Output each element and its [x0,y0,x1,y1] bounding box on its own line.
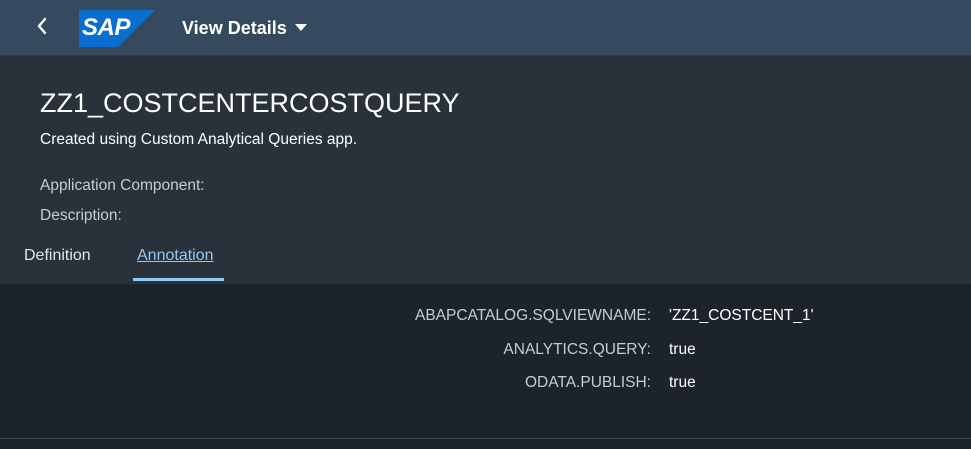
annotation-row: ANALYTICS.QUERY: true [0,339,971,361]
annotation-row: ODATA.PUBLISH: true [0,372,971,394]
chevron-left-icon [35,16,49,41]
app-title: View Details [182,17,287,38]
attribute-application-component: Application Component: [40,177,205,194]
object-header: ZZ1_COSTCENTERCOSTQUERY Created using Cu… [0,56,971,284]
annotation-value: true [669,374,696,391]
annotation-value: true [669,341,696,358]
tab-annotation[interactable]: Annotation [137,246,214,266]
app-title-menu[interactable]: View Details [182,14,307,42]
shell-bar: SAP View Details [0,0,971,56]
object-subtitle: Created using Custom Analytical Queries … [40,131,358,148]
attribute-description: Description: [40,207,122,224]
divider [0,438,971,439]
tab-selected-indicator [133,278,224,281]
sap-logo-text: SAP [82,14,130,41]
object-title: ZZ1_COSTCENTERCOSTQUERY [40,88,460,118]
annotation-key: ODATA.PUBLISH: [524,374,651,391]
annotation-key: ANALYTICS.QUERY: [503,341,651,358]
back-button[interactable] [22,8,62,48]
annotation-panel: ABAPCATALOG.SQLVIEWNAME: 'ZZ1_COSTCENT_1… [0,284,971,438]
annotation-key: ABAPCATALOG.SQLVIEWNAME: [415,307,651,324]
annotation-row: ABAPCATALOG.SQLVIEWNAME: 'ZZ1_COSTCENT_1… [0,305,971,327]
tab-definition[interactable]: Definition [24,246,91,266]
caret-down-icon [294,24,307,32]
annotation-value: 'ZZ1_COSTCENT_1' [669,307,814,324]
